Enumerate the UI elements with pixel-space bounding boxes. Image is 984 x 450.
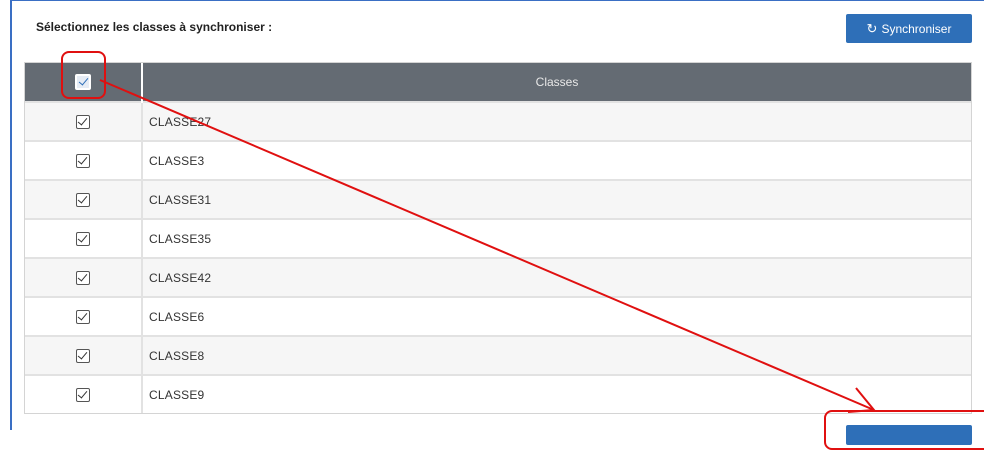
row-checkbox-cell (25, 374, 143, 413)
row-checkbox[interactable] (76, 231, 90, 246)
row-checkbox[interactable] (76, 153, 90, 168)
class-name-cell: CLASSE27 (142, 101, 971, 141)
row-checkbox[interactable] (76, 309, 90, 324)
table-row: CLASSE35 (25, 218, 971, 258)
row-checkbox-cell (25, 218, 143, 258)
table-row: CLASSE42 (25, 257, 971, 297)
classes-column-header: Classes (142, 63, 971, 102)
row-checkbox-cell (25, 140, 143, 180)
class-name-cell: CLASSE3 (142, 140, 971, 180)
page-title: Sélectionnez les classes à synchroniser … (36, 20, 273, 34)
row-checkbox-cell (25, 335, 143, 375)
submit-annotation-box (824, 410, 984, 450)
row-checkbox-cell (25, 296, 143, 336)
table-row: CLASSE8 (25, 335, 971, 375)
row-checkbox-cell (25, 179, 143, 219)
class-name-cell: CLASSE42 (142, 257, 971, 297)
table-row: CLASSE3 (25, 140, 971, 180)
row-checkbox[interactable] (76, 270, 90, 285)
class-name-cell: CLASSE8 (142, 335, 971, 375)
row-checkbox[interactable] (76, 192, 90, 207)
table-row: CLASSE27 (25, 101, 971, 141)
table-row: CLASSE31 (25, 179, 971, 219)
row-checkbox[interactable] (76, 387, 90, 402)
refresh-icon: ↻ (866, 21, 878, 36)
table-row: CLASSE9 (25, 374, 971, 413)
row-checkbox-cell (25, 101, 143, 141)
class-name-cell: CLASSE35 (142, 218, 971, 258)
class-name-cell: CLASSE6 (142, 296, 971, 336)
synchronize-button-label: Synchroniser (881, 21, 952, 36)
row-checkbox-cell (25, 257, 143, 297)
row-checkbox[interactable] (76, 348, 90, 363)
select-all-annotation-box (61, 51, 106, 99)
row-checkbox[interactable] (76, 114, 90, 129)
table-row: CLASSE6 (25, 296, 971, 336)
table-header-row: Classes (25, 63, 971, 102)
synchronize-button[interactable]: ↻ Synchroniser (846, 14, 972, 43)
class-name-cell: CLASSE31 (142, 179, 971, 219)
class-name-cell: CLASSE9 (142, 374, 971, 413)
classes-table: Classes CLASSE27 CLASSE3 CLASSE31 CLASSE35 C… (24, 62, 972, 414)
